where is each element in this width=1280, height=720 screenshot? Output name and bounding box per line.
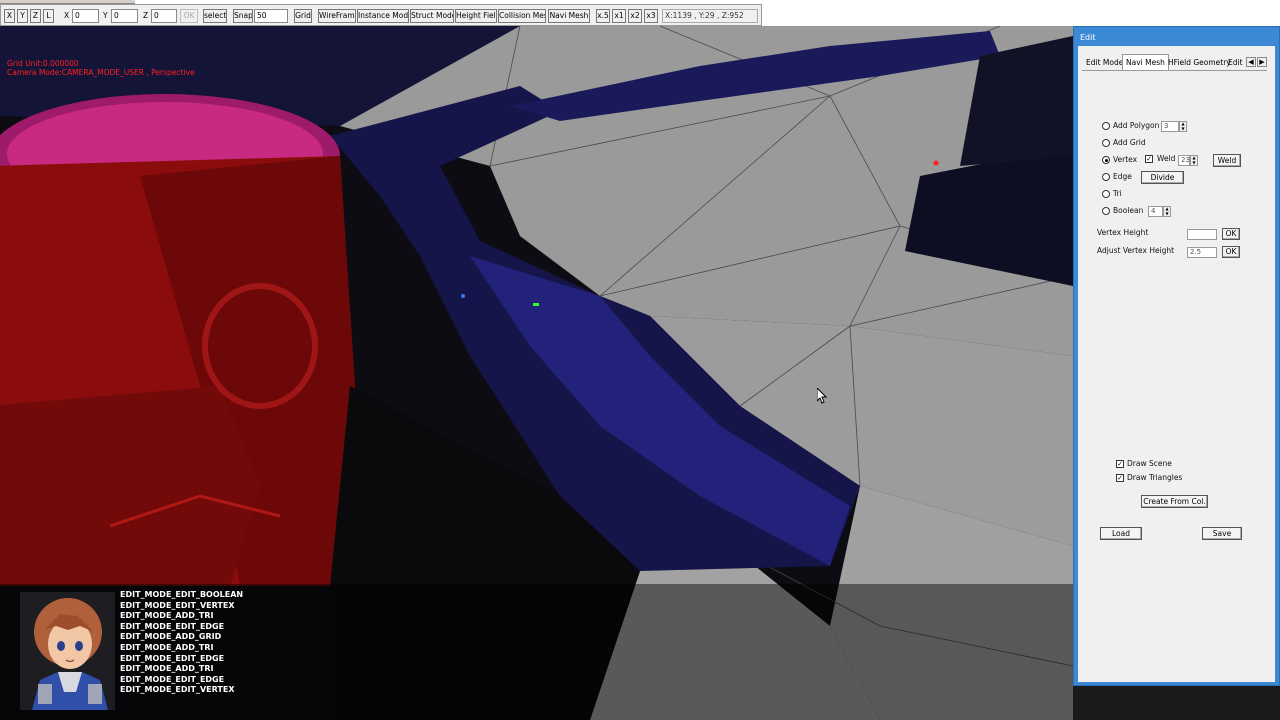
boolean-spinner[interactable]: ▲ ▼ — [1163, 206, 1171, 217]
log-line: EDIT_MODE_EDIT_VERTEX — [120, 685, 235, 695]
z-input[interactable]: 0 — [151, 9, 177, 23]
log-line: EDIT_MODE_ADD_TRI — [120, 642, 214, 652]
height-field-button[interactable]: Height Field — [455, 9, 497, 23]
log-line: EDIT_MODE_ADD_TRI — [120, 611, 214, 621]
ok-button[interactable]: OK — [180, 9, 198, 23]
edit-window-title: Edit — [1080, 33, 1096, 42]
axis-local-button[interactable]: L — [43, 9, 54, 23]
tab-scroll-right-icon[interactable]: ▶ — [1257, 57, 1267, 67]
wireframe-button[interactable]: WireFrame — [318, 9, 356, 23]
create-from-col-button[interactable]: Create From Col. — [1141, 495, 1208, 508]
add-polygon-label: Add Polygon — [1113, 121, 1160, 130]
toolbar-row: X Y Z L X 0 Y 0 Z 0 OK select Snap 50 Gr… — [0, 4, 762, 26]
x-input[interactable]: 0 — [72, 9, 99, 23]
scale-1-button[interactable]: x1 — [612, 9, 626, 23]
axis-y-button[interactable]: Y — [17, 9, 28, 23]
log-line: EDIT_MODE_EDIT_BOOLEAN — [120, 590, 244, 599]
vertex-radio[interactable] — [1102, 156, 1110, 164]
character-avatar — [20, 592, 115, 710]
draw-scene-checkbox[interactable]: ✓ — [1116, 460, 1124, 468]
edit-window: Edit Edit Model Navi Mesh HField Geometr… — [1073, 26, 1280, 686]
select-button[interactable]: select — [203, 9, 227, 23]
y-label: Y — [103, 11, 108, 20]
tri-radio[interactable] — [1102, 190, 1110, 198]
vertex-height-input[interactable] — [1187, 229, 1217, 240]
z-label: Z — [143, 11, 149, 20]
tab-edit-w[interactable]: Edit W — [1224, 54, 1246, 70]
tab-navi-mesh[interactable]: Navi Mesh — [1122, 54, 1169, 70]
log-line: EDIT_MODE_EDIT_VERTEX — [120, 600, 235, 610]
weld-input[interactable]: 23 — [1178, 155, 1190, 166]
scale-half-button[interactable]: x.5 — [596, 9, 610, 23]
save-button[interactable]: Save — [1202, 527, 1242, 540]
add-polygon-spinner[interactable]: ▲ ▼ — [1179, 121, 1187, 132]
scale-3-button[interactable]: x3 — [644, 9, 658, 23]
adjust-vertex-height-input[interactable]: 2.5 — [1187, 247, 1217, 258]
boolean-input[interactable]: 4 — [1148, 206, 1163, 217]
log-line: EDIT_MODE_ADD_TRI — [120, 664, 214, 674]
add-grid-label: Add Grid — [1113, 138, 1146, 147]
tab-scroll-left-icon[interactable]: ◀ — [1246, 57, 1256, 67]
boolean-label: Boolean — [1113, 206, 1144, 215]
draw-scene-label: Draw Scene — [1127, 459, 1172, 468]
scale-2-button[interactable]: x2 — [628, 9, 642, 23]
add-polygon-input[interactable]: 3 — [1161, 121, 1179, 132]
adjust-vertex-height-ok-button[interactable]: OK — [1222, 246, 1240, 258]
edge-label: Edge — [1113, 172, 1132, 181]
draw-triangles-checkbox[interactable]: ✓ — [1116, 474, 1124, 482]
weld-checkbox[interactable]: ✓ — [1145, 155, 1153, 163]
vertex-height-label: Vertex Height — [1097, 228, 1149, 237]
draw-triangles-label: Draw Triangles — [1127, 473, 1183, 482]
collision-mesh-button[interactable]: Collision Mesh — [498, 9, 546, 23]
axis-z-button[interactable]: Z — [30, 9, 41, 23]
y-input[interactable]: 0 — [111, 9, 138, 23]
boolean-radio[interactable] — [1102, 207, 1110, 215]
add-polygon-radio[interactable] — [1102, 122, 1110, 130]
snap-button[interactable]: Snap — [233, 9, 253, 23]
navi-mesh-button[interactable]: Navi Mesh — [548, 9, 590, 23]
x-label: X — [64, 11, 70, 20]
vertex-height-ok-button[interactable]: OK — [1222, 228, 1240, 240]
tab-divider — [1082, 70, 1267, 71]
weld-check-label: Weld — [1157, 154, 1176, 163]
edge-radio[interactable] — [1102, 173, 1110, 181]
load-button[interactable]: Load — [1100, 527, 1142, 540]
weld-button[interactable]: Weld — [1213, 154, 1241, 167]
cursor-coordinates: X:1139 , Y:29 , Z:952 — [662, 9, 758, 23]
tri-label: Tri — [1113, 189, 1122, 198]
log-line: EDIT_MODE_EDIT_EDGE — [120, 621, 225, 631]
top-toolbar: X Y Z L X 0 Y 0 Z 0 OK select Snap 50 Gr… — [0, 0, 1280, 26]
camera-mode-text: Camera Mode:CAMERA_MODE_USER , Perspecti… — [7, 68, 195, 77]
add-grid-radio[interactable] — [1102, 139, 1110, 147]
log-line: EDIT_MODE_EDIT_EDGE — [120, 674, 225, 684]
navi-mesh-pane: Add Polygon 3 ▲ ▼ Add Grid Vertex ✓ Weld … — [1082, 72, 1267, 676]
axis-x-button[interactable]: X — [4, 9, 15, 23]
log-line: EDIT_MODE_ADD_GRID — [120, 632, 222, 642]
struct-model-button[interactable]: Struct Model — [410, 9, 454, 23]
instance-model-button[interactable]: Instance Model — [357, 9, 409, 23]
divide-button[interactable]: Divide — [1141, 171, 1184, 184]
mouse-cursor-icon — [816, 386, 828, 406]
snap-input[interactable]: 50 — [254, 9, 288, 23]
adjust-vertex-height-label: Adjust Vertex Height — [1097, 246, 1175, 255]
log-line: EDIT_MODE_EDIT_EDGE — [120, 653, 225, 663]
3d-viewport[interactable]: Grid Unit:0.000000 Camera Mode:CAMERA_MO… — [0, 26, 1073, 720]
edit-mode-log: EDIT_MODE_EDIT_BOOLEAN EDIT_MODE_EDIT_VE… — [120, 590, 243, 696]
weld-spinner[interactable]: ▲ ▼ — [1190, 155, 1198, 166]
edit-window-body: Edit Model Navi Mesh HField Geometry Edi… — [1078, 46, 1275, 682]
grid-unit-text: Grid Unit:0.000000 — [7, 59, 79, 68]
vertex-label: Vertex — [1113, 155, 1138, 164]
grid-button[interactable]: Grid — [294, 9, 312, 23]
log-panel: EDIT_MODE_EDIT_BOOLEAN EDIT_MODE_EDIT_VE… — [0, 584, 1073, 720]
